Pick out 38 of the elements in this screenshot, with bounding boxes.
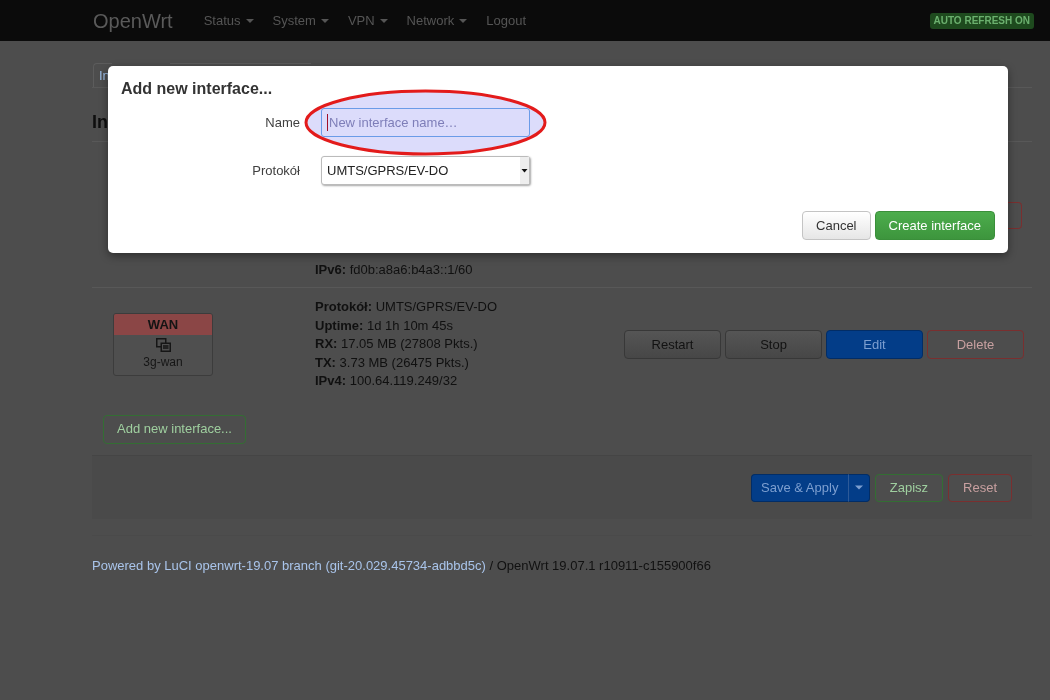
detail-line: Uptime: 1d 1h 10m 45s bbox=[315, 316, 454, 335]
action-button[interactable]: Stop bbox=[725, 329, 822, 359]
auto-refresh-badge[interactable]: AUTO REFRESH ON bbox=[929, 12, 1034, 29]
footer-text: Powered by LuCI openwrt-19.07 branch (git-20.029.45734-adbbd5c) / OpenWrt 19.07.1 r10911-c155900f66 bbox=[92, 556, 712, 575]
menu-item[interactable]: Status bbox=[203, 12, 254, 29]
caret-icon bbox=[854, 485, 863, 490]
menu-item[interactable]: Logout bbox=[486, 12, 527, 29]
caret-icon bbox=[520, 157, 529, 184]
action-button[interactable]: Delete bbox=[927, 329, 1024, 359]
text-cursor bbox=[327, 114, 328, 131]
add-interface-button[interactable]: Add new interface... bbox=[103, 414, 246, 444]
menu-item[interactable]: VPN bbox=[347, 12, 388, 29]
field-label: Protokół bbox=[251, 161, 300, 180]
detail-line: RX: 17.05 MB (27808 Pkts.) bbox=[315, 335, 479, 353]
name-input[interactable]: New interface name… bbox=[321, 108, 530, 137]
dialog-button[interactable]: Cancel bbox=[802, 211, 871, 240]
device-name: 3g-wan bbox=[143, 353, 183, 371]
brand-title[interactable]: OpenWrt bbox=[93, 8, 173, 33]
page-action-button[interactable]: Zapisz bbox=[874, 473, 944, 502]
page-action-button[interactable]: Reset bbox=[948, 473, 1012, 502]
menu-item[interactable]: Network bbox=[406, 12, 468, 29]
detail-line: TX: 3.73 MB (26475 Pkts.) bbox=[315, 353, 470, 372]
action-button[interactable]: Edit bbox=[826, 329, 923, 359]
action-button[interactable]: Restart bbox=[624, 329, 721, 359]
detail-line: IPv4: 100.64.119.249/32 bbox=[315, 372, 459, 390]
detail-line: Protokół: UMTS/GPRS/EV-DO bbox=[315, 298, 499, 316]
dialog-button[interactable]: Create interface bbox=[874, 211, 995, 240]
dialog-title: Add new interface... bbox=[121, 79, 274, 99]
field-label: Name bbox=[264, 113, 300, 132]
protocol-select[interactable]: UMTS/GPRS/EV-DO bbox=[321, 156, 530, 185]
detail-line: IPv6: fd0b:a8a6:b4a3::1/60 bbox=[315, 260, 473, 279]
save-apply-button[interactable]: Save & Apply bbox=[750, 473, 848, 502]
monitors-icon bbox=[155, 337, 171, 353]
zone-label: WAN bbox=[114, 313, 212, 335]
menu-item[interactable]: System bbox=[272, 12, 329, 29]
dropdown-toggle[interactable] bbox=[847, 473, 870, 502]
section-heading: In bbox=[92, 111, 108, 134]
footer-link[interactable]: Powered by LuCI openwrt-19.07 branch (git-20.029.45734-adbbd5c) bbox=[92, 557, 486, 573]
